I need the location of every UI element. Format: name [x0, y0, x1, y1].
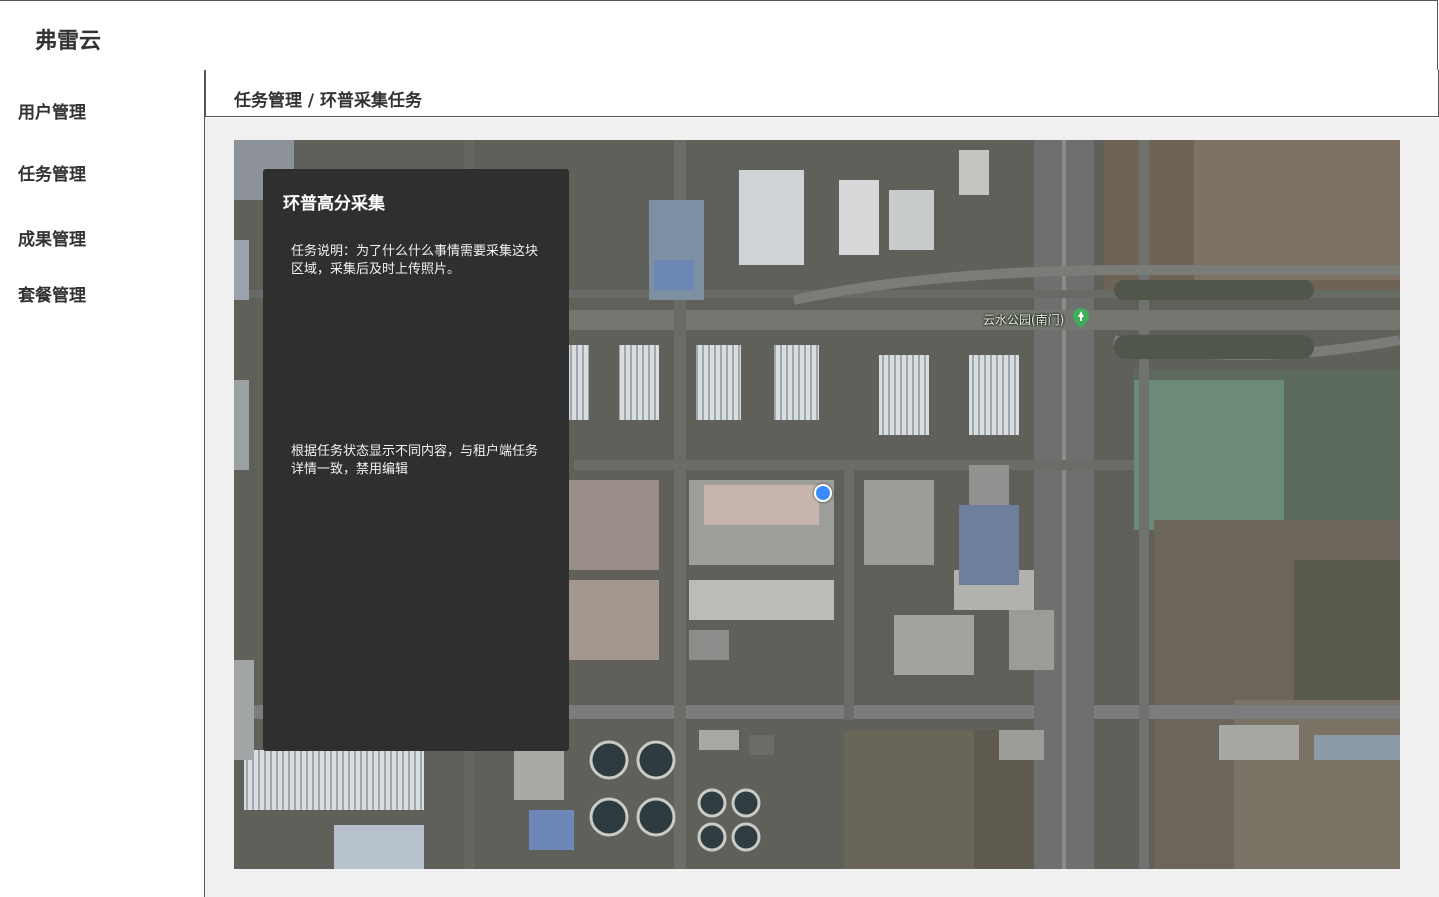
breadcrumb: 任务管理 / 环普采集任务 [234, 91, 423, 111]
park-pin-icon[interactable] [1073, 308, 1089, 328]
sidebar-item-task-management[interactable]: 任务管理 [18, 160, 86, 185]
satellite-map[interactable]: 云水公园(南门) 环普高分采集 任务说明：为了什么什么事情需要采集这块区域，采集… [234, 140, 1400, 869]
brand-logo-text: 弗雷云 [35, 29, 102, 54]
top-header: 弗雷云 [0, 0, 1438, 71]
current-location-icon[interactable] [814, 484, 832, 502]
task-detail-panel: 环普高分采集 任务说明：为了什么什么事情需要采集这块区域，采集后及时上传照片。 … [263, 169, 569, 751]
sidebar: 用户管理 任务管理 成果管理 套餐管理 [0, 70, 205, 897]
breadcrumb-bar: 任务管理 / 环普采集任务 [205, 70, 1439, 117]
sidebar-item-user-management[interactable]: 用户管理 [18, 98, 86, 123]
main-content: 云水公园(南门) 环普高分采集 任务说明：为了什么什么事情需要采集这块区域，采集… [205, 118, 1439, 897]
task-description: 任务说明：为了什么什么事情需要采集这块区域，采集后及时上传照片。 [291, 244, 539, 277]
sidebar-item-result-management[interactable]: 成果管理 [18, 225, 86, 250]
task-status-note: 根据任务状态显示不同内容，与租户端任务详情一致，禁用编辑 [291, 444, 539, 477]
map-poi-label[interactable]: 云水公园(南门) [983, 311, 1064, 328]
task-title: 环普高分采集 [283, 194, 385, 214]
sidebar-item-package-management[interactable]: 套餐管理 [18, 281, 86, 306]
